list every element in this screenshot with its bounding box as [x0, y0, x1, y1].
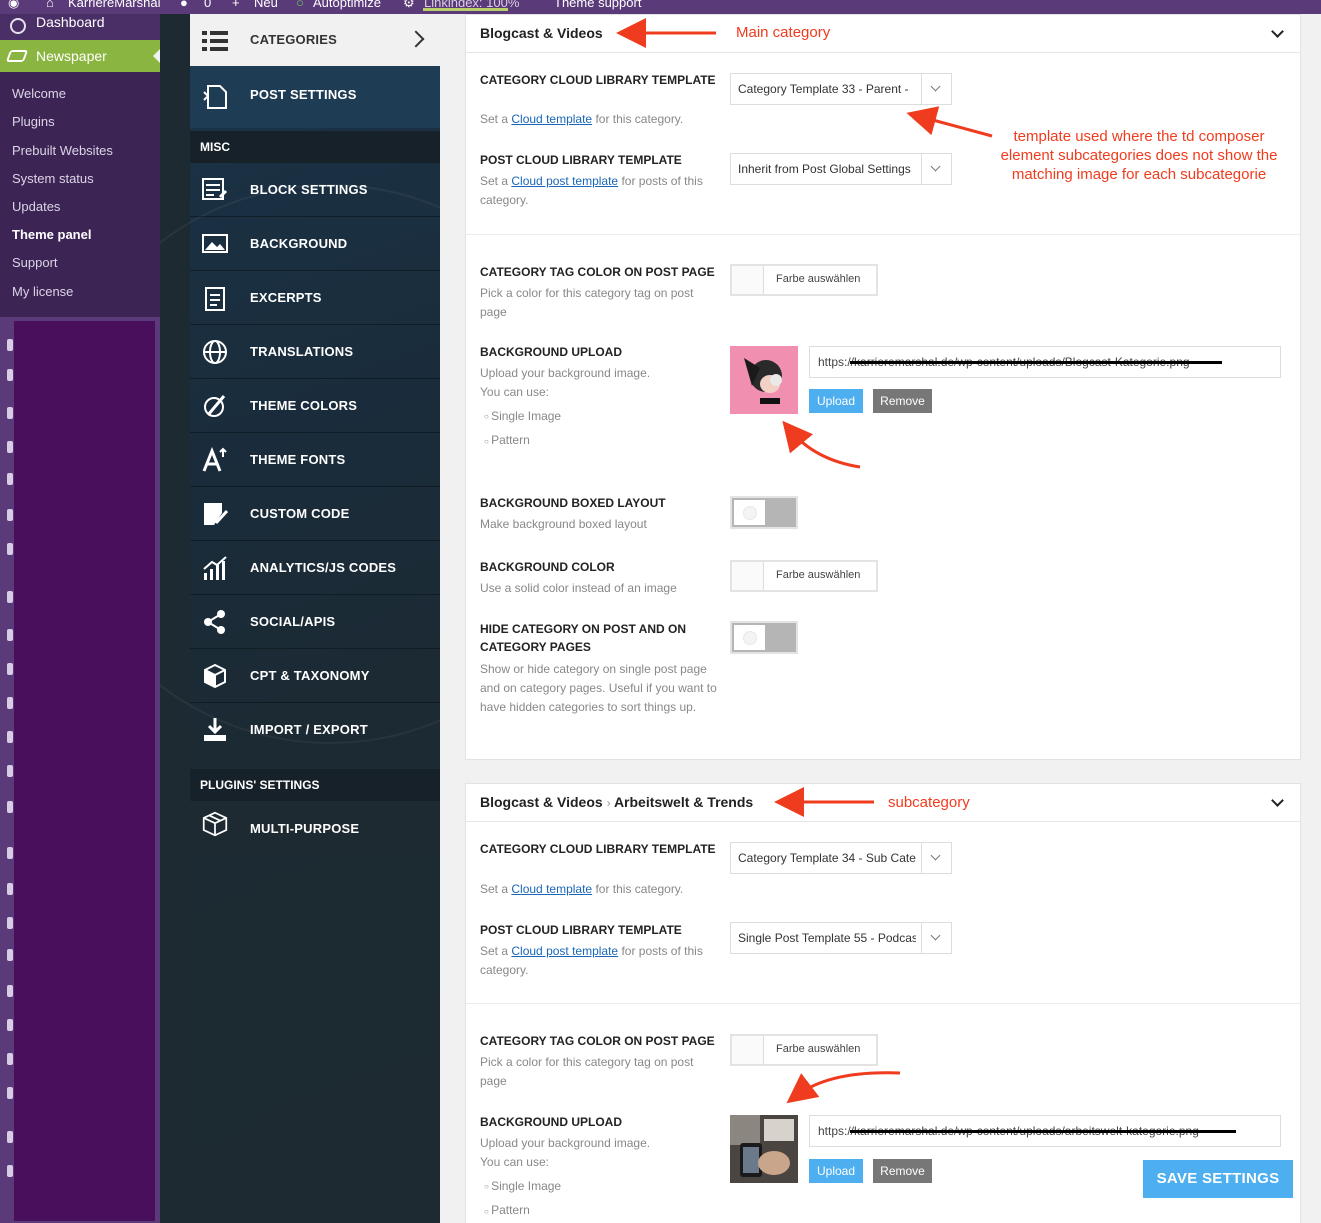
annotation-arrow [906, 106, 993, 138]
annotation-subcategory: subcategory [888, 794, 970, 811]
annotation-template-note: template used where the td composer elem… [1000, 128, 1278, 183]
annotation-main-category: Main category [736, 24, 831, 41]
annotation-arrow [782, 420, 861, 469]
annotation-arrow [786, 1071, 901, 1104]
save-settings-button[interactable]: SAVE SETTINGS [1143, 1160, 1293, 1198]
